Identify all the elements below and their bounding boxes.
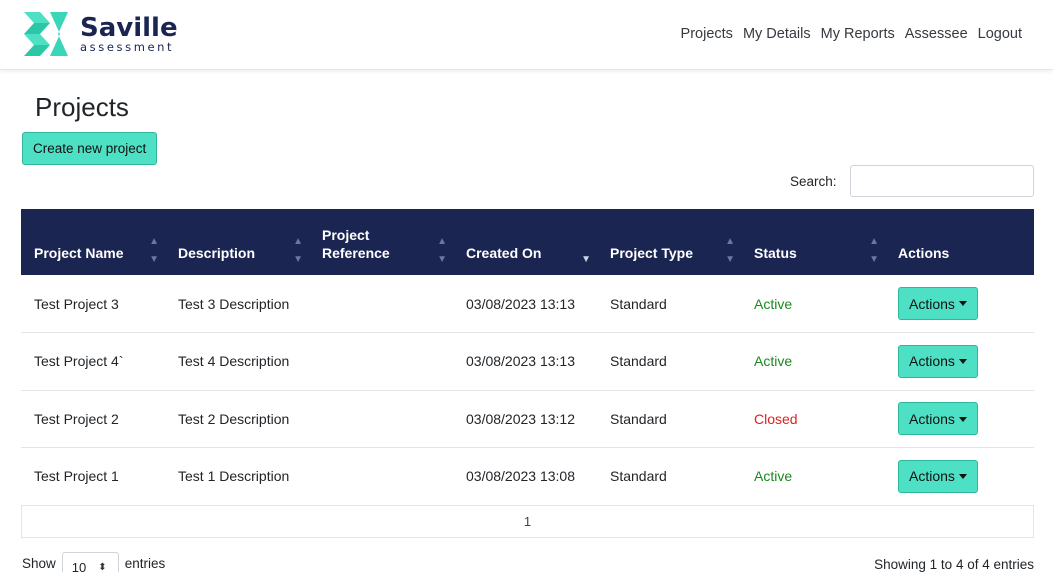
length-control: Show 10 ⬍ entries [22,548,165,572]
nav-assessee[interactable]: Assessee [905,26,968,42]
cell-reference [309,333,453,391]
entries-per-page-select[interactable]: 10 ⬍ [61,552,119,572]
pagination: 1 [21,505,1034,538]
cell-project-type: Standard [610,295,667,312]
sort-both-icon: ▲ ▼ [149,236,159,265]
column-header-project-reference[interactable]: Project Reference ▲ ▼ [309,209,453,275]
logo-wordmark: Saville assessment [80,15,178,54]
sort-both-icon: ▲ ▼ [293,236,303,265]
table-body: Test Project 3 Test 3 Description 03/08/… [21,275,1034,505]
table-info: Showing 1 to 4 of 4 entries [874,557,1034,572]
cell-description: Test 1 Description [178,468,290,485]
nav-my-details[interactable]: My Details [743,26,811,42]
cell-actions: Actions [885,333,1034,391]
table-row: Test Project 1 Test 1 Description 03/08/… [21,448,1034,506]
table-header-row: Project Name ▲ ▼ Description ▲ ▼ Project Ref… [21,209,1034,275]
entries-value: 10 [71,559,87,572]
cell-actions: Actions [885,275,1034,333]
column-header-created-on[interactable]: Created On ▼ [453,209,597,275]
nav-projects[interactable]: Projects [681,26,733,42]
table-row: Test Project 4` Test 4 Description 03/08… [21,333,1034,391]
column-header-project-name[interactable]: Project Name ▲ ▼ [21,209,165,275]
actions-dropdown-button[interactable]: Actions [898,459,978,493]
caret-down-icon [958,416,967,422]
page-title: Projects [35,92,129,122]
column-header-project-type[interactable]: Project Type ▲ ▼ [597,209,741,275]
show-label: Show [22,555,56,571]
projects-table: Project Name ▲ ▼ Description ▲ ▼ Project Ref… [21,209,1034,506]
actions-dropdown-button[interactable]: Actions [898,344,978,378]
page-number-current[interactable]: 1 [524,514,531,529]
cell-description: Test 4 Description [178,353,290,370]
cell-project-type: Standard [610,468,667,485]
cell-project-type: Standard [610,410,667,427]
caret-down-icon [958,359,967,365]
brand-logo[interactable]: Saville assessment [24,12,178,56]
nav-logout[interactable]: Logout [978,26,1022,42]
cell-description: Test 3 Description [178,295,290,312]
cell-created-on: 03/08/2023 13:13 [466,295,575,312]
cell-project-name: Test Project 3 [34,295,119,312]
sort-both-icon: ▲ ▼ [725,236,735,265]
status-badge: Active [754,295,793,312]
column-header-status[interactable]: Status ▲ ▼ [741,209,885,275]
cell-project-name: Test Project 2 [34,410,119,427]
cell-actions: Actions [885,448,1034,506]
create-project-button[interactable]: Create new project [22,132,158,165]
search-label: Search: [790,174,837,189]
table-row: Test Project 2 Test 2 Description 03/08/… [21,390,1034,448]
column-header-actions: Actions [898,245,950,261]
main-nav: Projects My Details My Reports Assessee … [681,26,1022,42]
cell-actions: Actions [885,390,1034,448]
cell-project-name: Test Project 1 [34,468,119,485]
entries-label: entries [124,555,166,571]
actions-dropdown-button[interactable]: Actions [898,287,978,320]
caret-down-icon [958,474,967,480]
sort-both-icon: ▲ ▼ [869,236,879,265]
cell-created-on: 03/08/2023 13:12 [466,410,575,427]
table-row: Test Project 3 Test 3 Description 03/08/… [21,275,1034,333]
sort-desc-icon: ▼ [581,254,591,265]
logo-subtitle: assessment [80,39,175,54]
nav-my-reports[interactable]: My Reports [821,26,895,42]
status-badge: Active [754,353,793,370]
cell-project-name: Test Project 4` [34,353,124,370]
cell-project-type: Standard [610,353,667,370]
select-updown-icon: ⬍ [98,561,107,572]
logo-name: Saville [80,12,178,43]
cell-description: Test 2 Description [178,410,290,427]
top-navbar: Saville assessment Projects My Details M… [0,0,1053,70]
search-input[interactable] [850,165,1034,197]
cell-reference [309,275,453,333]
cell-reference [309,448,453,506]
cell-created-on: 03/08/2023 13:13 [466,353,575,370]
saville-logo-icon [24,12,68,56]
cell-reference [309,390,453,448]
status-badge: Active [754,468,793,485]
caret-down-icon [958,301,967,307]
column-header-description[interactable]: Description ▲ ▼ [165,209,309,275]
sort-both-icon: ▲ ▼ [437,236,447,265]
actions-dropdown-button[interactable]: Actions [898,402,978,436]
projects-table-container: Project Name ▲ ▼ Description ▲ ▼ Project Ref… [21,209,1034,506]
cell-created-on: 03/08/2023 13:08 [466,468,575,485]
status-badge: Closed [754,410,798,427]
